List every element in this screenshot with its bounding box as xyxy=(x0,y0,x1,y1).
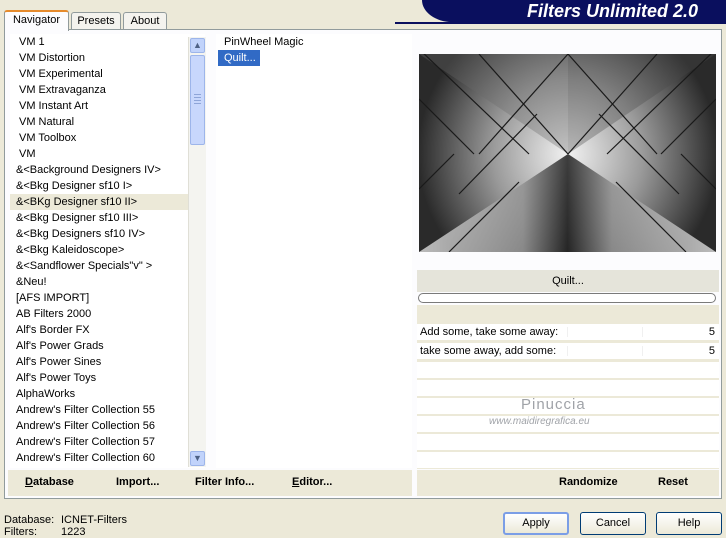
database-button[interactable]: Database xyxy=(25,476,74,488)
category-item[interactable]: VM Instant Art xyxy=(10,98,205,114)
app-title: Filters Unlimited 2.0 xyxy=(526,1,698,21)
param-slider-empty[interactable] xyxy=(417,362,719,379)
tab-about[interactable]: About xyxy=(123,12,167,29)
param-value: 5 xyxy=(708,345,715,357)
category-item[interactable]: VM Toolbox xyxy=(10,130,205,146)
status-database-label: Database: xyxy=(4,514,55,526)
category-item[interactable]: Alf's Power Sines xyxy=(10,354,205,370)
preview-filter-name: Quilt... xyxy=(417,270,719,292)
category-item[interactable]: Andrew's Filter Collection 57 xyxy=(10,434,205,450)
import-button[interactable]: Import... xyxy=(116,476,159,488)
category-item[interactable]: &<Bkg Designer sf10 III> xyxy=(10,210,205,226)
category-item[interactable]: VM Extravaganza xyxy=(10,82,205,98)
filter-item[interactable]: Quilt... xyxy=(218,50,260,66)
tab-presets[interactable]: Presets xyxy=(71,12,121,29)
help-button[interactable]: Help xyxy=(656,512,722,535)
randomize-button[interactable]: Randomize xyxy=(559,476,618,488)
category-item[interactable]: VM Experimental xyxy=(10,66,205,82)
watermark-url: www.maidiregrafica.eu xyxy=(489,416,590,427)
filter-list[interactable]: PinWheel Magic Quilt... xyxy=(216,34,412,468)
param-label: take some away, add some: xyxy=(420,345,557,357)
scroll-up-button[interactable]: ▲ xyxy=(190,38,205,53)
title-banner: Filters Unlimited 2.0 xyxy=(422,0,726,22)
scroll-thumb[interactable] xyxy=(190,55,205,145)
category-item[interactable]: VM xyxy=(10,146,205,162)
status-filters-label: Filters: xyxy=(4,526,37,538)
thumb-grip-line xyxy=(194,97,201,98)
category-item[interactable]: [AFS IMPORT] xyxy=(10,290,205,306)
category-item[interactable]: &<Bkg Designers sf10 IV> xyxy=(10,226,205,242)
param-value: 5 xyxy=(708,326,715,338)
status-database-value: ICNET-Filters xyxy=(61,514,127,526)
param-label: Add some, take some away: xyxy=(420,326,559,338)
category-item[interactable]: Andrew's Filter Collection 56 xyxy=(10,418,205,434)
editor-button[interactable]: Editor... xyxy=(292,476,332,488)
category-list[interactable]: VM 1 VM Distortion VM Experimental VM Extra… xyxy=(10,34,205,468)
left-button-bar: Database Import... Filter Info... Editor… xyxy=(8,470,412,496)
category-item[interactable]: Alf's Power Toys xyxy=(10,370,205,386)
param-slider-empty[interactable] xyxy=(417,434,719,451)
category-item[interactable]: VM Natural xyxy=(10,114,205,130)
category-item[interactable]: &<BKg Designer sf10 II> xyxy=(10,194,205,210)
category-item[interactable]: Andrew's Filter Collection 60 xyxy=(10,450,205,466)
title-underline xyxy=(395,22,726,24)
quilt-preview-svg xyxy=(419,54,716,252)
filter-info-button[interactable]: Filter Info... xyxy=(195,476,254,488)
category-item[interactable]: &<Background Designers IV> xyxy=(10,162,205,178)
reset-button[interactable]: Reset xyxy=(658,476,688,488)
slider-tick xyxy=(642,327,643,337)
category-item[interactable]: AlphaWorks xyxy=(10,386,205,402)
watermark-name: Pinuccia xyxy=(521,396,586,413)
param-slider-empty[interactable] xyxy=(417,452,719,469)
category-item[interactable]: &<Bkg Designer sf10 I> xyxy=(10,178,205,194)
apply-button[interactable]: Apply xyxy=(503,512,569,535)
scroll-down-button[interactable]: ▼ xyxy=(190,451,205,466)
status-filters: Filters: 1223 xyxy=(4,526,85,538)
thumb-grip-line xyxy=(194,103,201,104)
category-item[interactable]: Andrew's Filter Collection 55 xyxy=(10,402,205,418)
slider-tick xyxy=(642,346,643,356)
category-item[interactable]: &Neu! xyxy=(10,274,205,290)
progress-bar xyxy=(418,293,716,303)
param-slider-1[interactable]: Add some, take some away: 5 xyxy=(417,324,719,341)
cancel-button[interactable]: Cancel xyxy=(580,512,646,535)
param-slider-empty[interactable] xyxy=(417,380,719,397)
category-item[interactable]: VM 1 xyxy=(10,34,205,50)
tab-navigator[interactable]: Navigator xyxy=(4,10,69,31)
status-filters-value: 1223 xyxy=(61,526,86,538)
status-database: Database: ICNET-Filters xyxy=(4,514,127,526)
filter-preview-image xyxy=(419,54,716,252)
category-item[interactable]: AB Filters 2000 xyxy=(10,306,205,322)
category-scrollbar[interactable]: ▲ ▼ xyxy=(188,37,206,467)
right-button-bar: Randomize Reset xyxy=(417,470,719,496)
category-item[interactable]: Alf's Border FX xyxy=(10,322,205,338)
param-slider-2[interactable]: take some away, add some: 5 xyxy=(417,343,719,360)
category-item[interactable]: VM Distortion xyxy=(10,50,205,66)
slider-tick xyxy=(567,346,568,356)
thumb-grip-line xyxy=(194,94,201,95)
category-item[interactable]: &<Bkg Kaleidoscope> xyxy=(10,242,205,258)
filter-item[interactable]: PinWheel Magic xyxy=(218,34,412,50)
category-item[interactable]: Alf's Power Grads xyxy=(10,338,205,354)
slider-tick xyxy=(567,327,568,337)
thumb-grip-line xyxy=(194,100,201,101)
category-item[interactable]: &<Sandflower Specials"v" > xyxy=(10,258,205,274)
